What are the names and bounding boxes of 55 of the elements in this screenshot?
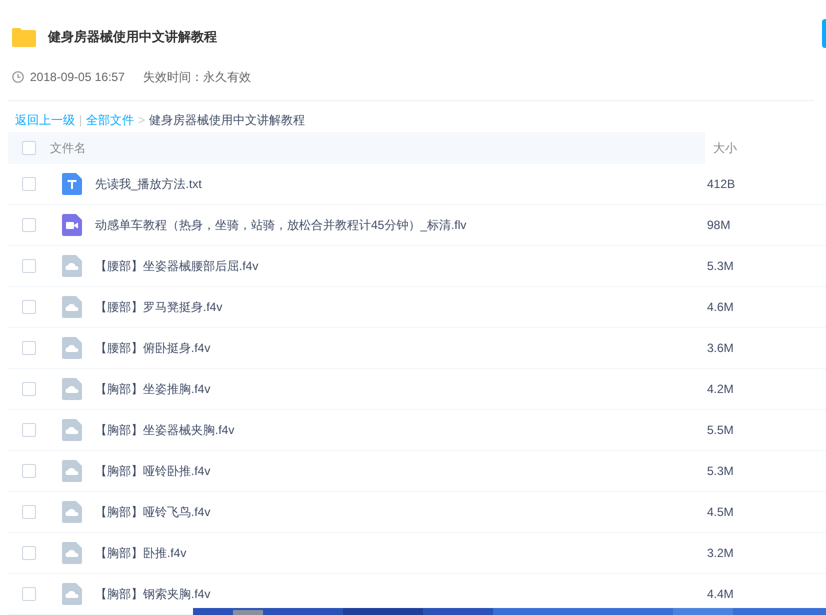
expiry-text: 失效时间：永久有效 — [142, 68, 251, 86]
row-checkbox[interactable] — [22, 423, 36, 437]
cloud-file-icon — [62, 542, 82, 564]
folder-title: 健身房器械使用中文讲解教程 — [48, 28, 217, 46]
action-button[interactable] — [822, 19, 826, 48]
file-size: 4.4M — [706, 587, 734, 601]
row-checkbox[interactable] — [22, 341, 36, 355]
row-checkbox[interactable] — [22, 177, 36, 191]
video-file-icon — [62, 214, 82, 236]
file-name[interactable]: 动感单车教程（热身，坐骑，站骑，放松合并教程计45分钟）_标清.flv — [95, 216, 466, 234]
cloud-file-icon — [62, 583, 82, 605]
file-name[interactable]: 先读我_播放方法.txt — [95, 176, 202, 192]
file-size: 5.3M — [706, 464, 734, 478]
file-size: 4.2M — [706, 382, 734, 396]
cloud-file-icon — [62, 255, 82, 277]
cloud-file-icon — [62, 460, 82, 482]
row-checkbox[interactable] — [22, 587, 36, 601]
select-all-checkbox[interactable] — [22, 141, 36, 155]
file-name[interactable]: 【胸部】哑铃飞鸟.f4v — [95, 504, 210, 520]
file-size: 98M — [706, 218, 730, 232]
file-size: 412B — [706, 177, 736, 191]
file-name[interactable]: 【胸部】坐姿推胸.f4v — [95, 380, 210, 398]
file-size: 3.2M — [706, 546, 734, 560]
file-name[interactable]: 【腰部】罗马凳挺身.f4v — [95, 298, 222, 316]
breadcrumb-separator: > — [138, 113, 146, 127]
file-name[interactable]: 【胸部】卧推.f4v — [95, 544, 186, 562]
clock-icon — [12, 71, 24, 83]
row-checkbox[interactable] — [22, 464, 36, 478]
cloud-file-icon — [62, 419, 82, 441]
cloud-file-icon — [62, 296, 82, 318]
file-name[interactable]: 【胸部】坐姿器械夹胸.f4v — [95, 422, 234, 438]
file-name[interactable]: 【胸部】哑铃卧推.f4v — [95, 462, 210, 480]
row-checkbox[interactable] — [22, 300, 36, 314]
file-size: 4.5M — [706, 505, 734, 519]
file-name[interactable]: 【腰部】坐姿器械腰部后屈.f4v — [95, 258, 258, 274]
row-checkbox[interactable] — [22, 382, 36, 396]
cloud-file-icon — [62, 378, 82, 400]
file-name[interactable]: 【胸部】钢索夹胸.f4v — [95, 586, 210, 602]
row-checkbox[interactable] — [22, 505, 36, 519]
current-folder: 健身房器械使用中文讲解教程 — [149, 112, 306, 128]
folder-icon — [12, 28, 36, 46]
row-checkbox[interactable] — [22, 218, 36, 232]
share-date: 2018-09-05 16:57 — [30, 70, 125, 84]
file-size: 3.6M — [706, 341, 734, 355]
file-size: 5.5M — [706, 423, 734, 437]
column-header[interactable]: 大小 — [705, 140, 737, 156]
breadcrumb-separator: | — [79, 113, 82, 127]
row-checkbox[interactable] — [22, 259, 36, 273]
file-size: 4.6M — [706, 300, 734, 314]
file-size: 5.3M — [706, 259, 734, 273]
row-checkbox[interactable] — [22, 546, 36, 560]
cloud-file-icon — [62, 337, 82, 359]
text-file-icon — [62, 173, 82, 195]
file-name[interactable]: 【腰部】俯卧挺身.f4v — [95, 340, 210, 356]
cloud-file-icon — [62, 501, 82, 523]
